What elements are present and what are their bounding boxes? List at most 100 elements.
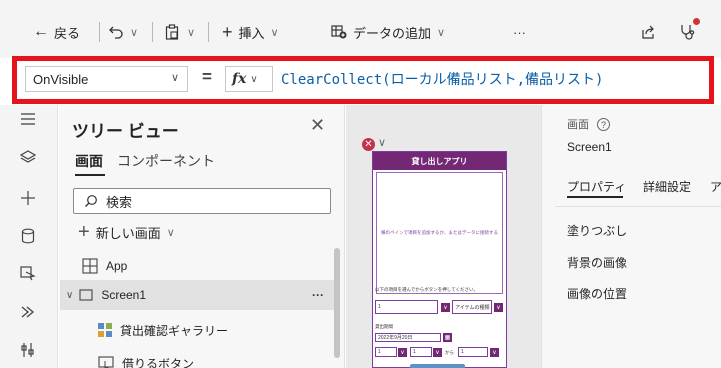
calendar-icon[interactable]: ▦ xyxy=(443,333,452,342)
period-label: 貸出期間 xyxy=(375,324,393,329)
gallery-hint: 横のペインで項目を追加するか、またはデータに接続する xyxy=(381,230,498,235)
chevron-down-icon[interactable]: ∨ xyxy=(490,348,499,357)
tab-components[interactable]: コンポーネント xyxy=(117,151,215,171)
hour-dropdown[interactable]: 1 xyxy=(375,347,397,357)
power-automate-icon[interactable] xyxy=(16,300,40,324)
date-value: 2022年9月20日 xyxy=(378,335,413,341)
share-button[interactable] xyxy=(640,21,656,43)
add-data-button[interactable]: データの追加 ∨ xyxy=(331,21,445,43)
screen-icon xyxy=(79,289,93,301)
more-commands-button[interactable]: ··· xyxy=(513,21,526,43)
property-fill[interactable]: 塗りつぶし xyxy=(567,222,627,239)
divider xyxy=(99,22,100,42)
more-label: ··· xyxy=(513,24,526,40)
chevron-down-icon: ∨ xyxy=(270,26,279,39)
add-data-label: データの追加 xyxy=(353,25,432,41)
search-placeholder: 検索 xyxy=(106,194,133,210)
app-title: 貸し出しアプリ xyxy=(411,156,468,166)
advanced-tools-icon[interactable] xyxy=(16,338,40,362)
gallery-icon xyxy=(98,323,112,337)
insert-label: 挿入 xyxy=(238,25,265,41)
tree-item-app[interactable]: App xyxy=(60,251,338,281)
tree-item-button[interactable]: 借りるボタン xyxy=(60,348,338,368)
layers-icon[interactable] xyxy=(16,145,40,169)
new-screen-button[interactable]: + 新しい画面 ∨ xyxy=(78,221,175,244)
database-icon[interactable] xyxy=(16,224,40,248)
close-icon[interactable]: ✕ xyxy=(310,115,325,136)
quantity-input[interactable]: 1 xyxy=(375,300,438,314)
section-label-text: 画面 xyxy=(567,119,589,131)
tab-advanced[interactable]: 詳細設定 xyxy=(643,178,691,195)
divider xyxy=(208,22,209,42)
search-icon xyxy=(85,195,97,207)
share-icon xyxy=(642,25,654,39)
property-background-image[interactable]: 背景の画像 xyxy=(567,254,627,271)
chevron-down-icon[interactable]: ∨ xyxy=(494,303,503,312)
chevron-down-icon[interactable]: ∨ xyxy=(433,348,442,357)
section-label: 画面 ? xyxy=(567,116,611,132)
tab-properties[interactable]: プロパティ xyxy=(567,178,626,195)
tree-scrollbar[interactable] xyxy=(334,248,340,358)
undo-button[interactable] xyxy=(108,21,124,43)
app-title-bar: 貸し出しアプリ xyxy=(373,152,506,170)
tab-overflow[interactable]: ア xyxy=(710,178,721,195)
button-icon xyxy=(98,356,114,368)
stethoscope-icon xyxy=(681,25,695,40)
tree-item-label: App xyxy=(106,259,128,273)
notification-dot xyxy=(693,18,700,25)
borrow-button-preview[interactable] xyxy=(410,364,465,368)
minute-value: 1 xyxy=(413,349,416,355)
hamburger-icon[interactable] xyxy=(16,107,40,131)
media-icon[interactable] xyxy=(16,261,40,285)
back-arrow-icon: ← xyxy=(33,23,49,40)
highlight-rectangle xyxy=(12,56,714,104)
divider xyxy=(555,206,721,207)
undo-dropdown[interactable]: ∨ xyxy=(130,21,138,43)
divider xyxy=(152,22,153,42)
end-value: 1 xyxy=(461,349,464,355)
item-type-dropdown[interactable]: アイテムの種類 xyxy=(452,300,492,314)
clipboard-icon xyxy=(165,24,179,40)
tree-view-title: ツリー ビュー xyxy=(72,122,179,141)
app-icon xyxy=(82,258,98,274)
more-options-icon[interactable]: ··· xyxy=(312,288,324,302)
date-picker[interactable]: 2022年9月20日 xyxy=(375,333,441,342)
tree-item-label: 貸出確認ギャラリー xyxy=(120,323,229,338)
item-type-label: アイテムの種類 xyxy=(455,304,490,311)
tree-item-label: 借りるボタン xyxy=(122,356,195,368)
error-icon[interactable]: ✕ xyxy=(362,138,375,151)
chevron-down-icon[interactable]: ∨ xyxy=(378,136,386,149)
chevron-down-icon: ∨ xyxy=(130,26,139,39)
tree-item-gallery[interactable]: 貸出確認ギャラリー xyxy=(60,315,338,345)
from-label: から xyxy=(445,350,454,355)
table-add-icon xyxy=(331,25,347,39)
plus-icon: + xyxy=(222,21,233,42)
back-button[interactable]: ← 戻る xyxy=(33,21,80,43)
instruction-text: 以下の項目を選んでからボタンを押してください。 xyxy=(375,287,479,292)
chevron-down-icon: ∨ xyxy=(437,26,446,39)
minute-dropdown[interactable]: 1 xyxy=(410,347,432,357)
chevron-down-icon: ∨ xyxy=(66,289,74,301)
paste-button[interactable] xyxy=(165,21,179,43)
paste-dropdown[interactable]: ∨ xyxy=(187,21,195,43)
plus-icon: + xyxy=(78,221,90,243)
property-image-position[interactable]: 画像の位置 xyxy=(567,285,627,302)
end-dropdown[interactable]: 1 xyxy=(458,347,488,357)
chevron-down-icon: ∨ xyxy=(166,227,175,239)
back-label: 戻る xyxy=(54,25,81,41)
tree-item-screen1[interactable]: ∨ Screen1 ··· xyxy=(60,280,338,310)
insert-icon[interactable] xyxy=(16,186,40,210)
tree-search-input[interactable]: 検索 xyxy=(73,188,331,214)
new-screen-label: 新しい画面 xyxy=(95,226,161,241)
hour-value: 1 xyxy=(378,349,381,355)
screen-name: Screen1 xyxy=(567,140,612,154)
chevron-down-icon[interactable]: ∨ xyxy=(398,348,407,357)
help-icon[interactable]: ? xyxy=(597,118,611,131)
tab-screens[interactable]: 画面 xyxy=(75,151,103,171)
chevron-down-icon[interactable]: ∨ xyxy=(441,303,450,312)
tab-underline xyxy=(567,196,623,198)
gallery-placeholder[interactable]: 横のペインで項目を追加するか、またはデータに接続する xyxy=(376,172,503,294)
chevron-down-icon: ∨ xyxy=(187,26,196,39)
insert-button[interactable]: + 挿入 ∨ xyxy=(222,21,279,43)
undo-icon xyxy=(109,26,123,39)
